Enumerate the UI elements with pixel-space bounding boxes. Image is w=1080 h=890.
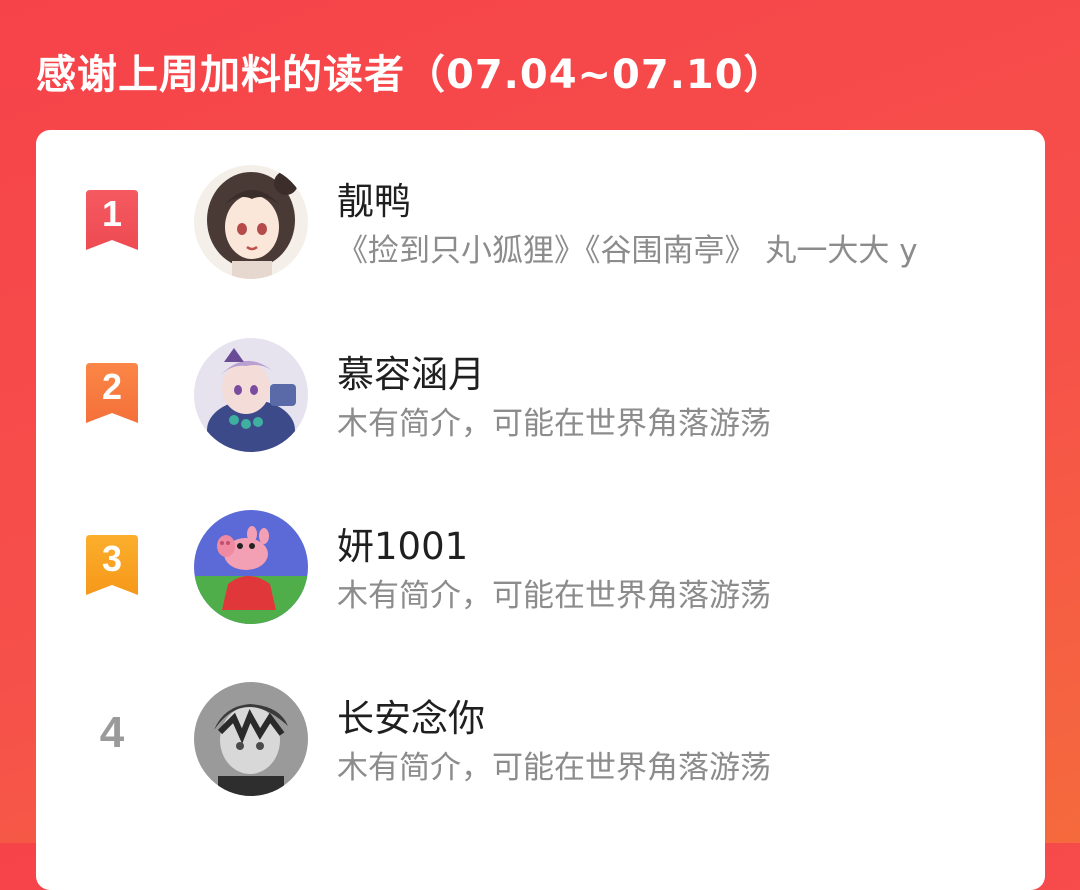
reader-name: 慕容涵月 bbox=[337, 353, 485, 396]
reader-name: 妍1001 bbox=[337, 525, 469, 568]
rank-ribbon-badge: 2 bbox=[83, 363, 141, 425]
reader-ranking-card: 1 靓鸭 《捡到只小狐狸》《谷围南亭》 丸一大大 y 2 慕容涵月 木有简介，可… bbox=[36, 130, 1045, 890]
user-avatar[interactable] bbox=[194, 165, 308, 279]
reader-name: 长安念你 bbox=[337, 697, 485, 740]
page-title: 感谢上周加料的读者（07.04~07.10） bbox=[36, 52, 785, 98]
anime-girl-avatar bbox=[194, 165, 308, 279]
reader-bio: 木有简介，可能在世界角落游荡 bbox=[337, 578, 771, 614]
reader-list-item[interactable]: 1 靓鸭 《捡到只小狐狸》《谷围南亭》 丸一大大 y bbox=[36, 163, 1045, 283]
reader-bio: 木有简介，可能在世界角落游荡 bbox=[337, 406, 771, 442]
reader-list-item[interactable]: 4 长安念你 木有简介，可能在世界角落游荡 bbox=[36, 680, 1045, 800]
rank-ribbon-badge: 3 bbox=[83, 535, 141, 597]
reader-name: 靓鸭 bbox=[337, 180, 411, 223]
reader-list-item[interactable]: 3 妍1001 木有简介，可能在世界角落游荡 bbox=[36, 508, 1045, 628]
user-avatar[interactable] bbox=[194, 338, 308, 452]
user-avatar[interactable] bbox=[194, 510, 308, 624]
anime-character-avatar bbox=[194, 338, 308, 452]
reader-bio: 《捡到只小狐狸》《谷围南亭》 丸一大大 y bbox=[337, 233, 918, 269]
rank-number: 3 bbox=[102, 538, 122, 579]
reader-bio: 木有简介，可能在世界角落游荡 bbox=[337, 750, 771, 786]
rank-number: 1 bbox=[102, 193, 122, 234]
grayscale-boy-avatar bbox=[194, 682, 308, 796]
rank-number: 2 bbox=[102, 366, 122, 407]
user-avatar[interactable] bbox=[194, 682, 308, 796]
cartoon-pig-avatar bbox=[194, 510, 308, 624]
rank-ribbon-badge: 1 bbox=[83, 190, 141, 252]
reader-list-item[interactable]: 2 慕容涵月 木有简介，可能在世界角落游荡 bbox=[36, 336, 1045, 456]
rank-number: 4 bbox=[99, 708, 125, 757]
